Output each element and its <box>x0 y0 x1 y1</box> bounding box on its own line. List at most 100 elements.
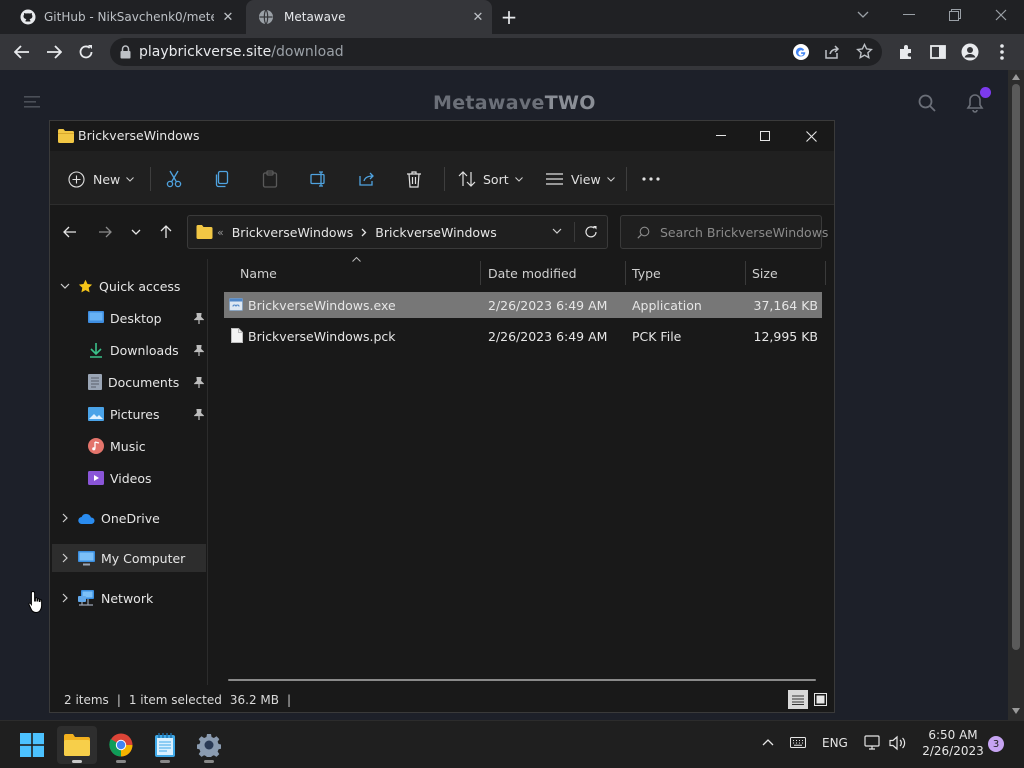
column-header-date[interactable]: Date modified <box>488 259 624 287</box>
input-language[interactable]: ENG <box>822 736 848 750</box>
notification-count-badge[interactable]: 3 <box>988 736 1004 752</box>
copy-button[interactable] <box>214 165 230 193</box>
nav-my-computer[interactable]: My Computer <box>52 544 206 572</box>
show-hidden-icons-chevron-icon[interactable] <box>762 738 774 746</box>
clock[interactable]: 6:50 AM 2/26/2023 <box>920 727 986 759</box>
view-button[interactable]: View <box>546 165 615 193</box>
file-name: BrickverseWindows.pck <box>248 328 396 344</box>
pin-icon[interactable] <box>194 377 204 388</box>
chrome-icon <box>109 733 133 757</box>
start-button[interactable] <box>12 726 52 764</box>
minimize-button[interactable] <box>886 0 932 30</box>
explorer-maximize-button[interactable] <box>748 125 782 147</box>
explorer-forward-icon[interactable] <box>91 218 119 246</box>
nav-onedrive[interactable]: OneDrive <box>50 504 206 532</box>
new-tab-button[interactable]: + <box>498 5 520 29</box>
nav-pictures[interactable]: Pictures <box>88 400 206 428</box>
file-row[interactable]: BrickverseWindows.pck 2/26/2023 6:49 AM … <box>224 323 822 349</box>
horizontal-scrollbar[interactable] <box>228 679 816 681</box>
view-lines-icon <box>546 173 563 185</box>
nav-music[interactable]: Music <box>88 432 206 460</box>
close-tab-icon[interactable]: ✕ <box>220 9 236 25</box>
rename-button[interactable] <box>310 165 328 193</box>
taskbar-notepad[interactable] <box>145 726 185 764</box>
scrollbar-thumb[interactable] <box>1012 84 1020 650</box>
column-divider[interactable] <box>745 261 746 285</box>
column-header-name[interactable]: Name <box>240 259 480 287</box>
tab-search-chevron-icon[interactable] <box>840 0 886 30</box>
nav-videos[interactable]: Videos <box>88 464 206 492</box>
taskbar-chrome[interactable] <box>101 726 141 764</box>
profile-avatar-icon[interactable] <box>956 38 984 66</box>
up-arrow-icon[interactable] <box>152 218 180 246</box>
scroll-up-icon[interactable] <box>1012 74 1020 80</box>
google-icon[interactable] <box>792 43 810 61</box>
pin-icon[interactable] <box>194 345 204 356</box>
side-panel-icon[interactable] <box>924 38 952 66</box>
delete-button[interactable] <box>406 165 422 193</box>
address-dropdown-icon[interactable] <box>552 228 562 234</box>
bookmark-star-icon[interactable] <box>856 43 873 60</box>
browser-menu-icon[interactable] <box>988 38 1016 66</box>
music-icon <box>88 438 104 454</box>
forward-arrow-icon[interactable] <box>40 38 68 66</box>
windows-logo-icon <box>20 733 44 757</box>
taskbar-settings[interactable] <box>189 726 229 764</box>
nav-documents[interactable]: Documents <box>88 368 206 396</box>
refresh-icon[interactable] <box>584 225 598 239</box>
file-row[interactable]: BrickverseWindows.exe 2/26/2023 6:49 AM … <box>224 292 822 318</box>
nav-downloads[interactable]: Downloads <box>88 336 206 364</box>
close-window-button[interactable] <box>978 0 1024 30</box>
see-more-button[interactable] <box>642 165 660 193</box>
hamburger-menu-icon[interactable] <box>24 96 40 108</box>
site-search-icon[interactable] <box>918 94 936 112</box>
share-icon[interactable] <box>824 44 840 60</box>
extensions-puzzle-icon[interactable] <box>892 38 920 66</box>
explorer-address-bar[interactable]: « BrickverseWindows BrickverseWindows <box>187 215 608 249</box>
details-view-icon[interactable] <box>788 690 808 709</box>
new-button[interactable]: New <box>68 165 135 193</box>
explorer-back-icon[interactable] <box>56 218 84 246</box>
explorer-minimize-button[interactable] <box>704 125 738 147</box>
nav-desktop[interactable]: Desktop <box>88 304 206 332</box>
scroll-down-icon[interactable] <box>1012 708 1020 714</box>
clipboard-icon <box>262 170 278 188</box>
column-divider[interactable] <box>480 261 481 285</box>
explorer-close-button[interactable] <box>794 125 828 147</box>
explorer-search-box[interactable]: Search BrickverseWindows <box>620 215 828 249</box>
nav-onedrive-label: OneDrive <box>101 510 160 526</box>
network-status-icon[interactable] <box>864 735 882 751</box>
paste-button[interactable] <box>262 165 278 193</box>
pin-icon[interactable] <box>194 313 204 324</box>
restore-button[interactable] <box>932 0 978 30</box>
column-header-size[interactable]: Size <box>752 259 822 287</box>
breadcrumb-item[interactable]: BrickverseWindows <box>375 225 497 240</box>
nav-quick-access[interactable]: Quick access <box>50 272 206 300</box>
breadcrumb-overflow[interactable]: « <box>217 226 224 239</box>
taskbar-file-explorer[interactable] <box>57 726 97 764</box>
column-header-type[interactable]: Type <box>632 259 744 287</box>
column-divider[interactable] <box>825 261 826 285</box>
close-tab-icon[interactable]: ✕ <box>470 9 486 25</box>
nav-desktop-label: Desktop <box>110 310 162 326</box>
cut-button[interactable] <box>166 165 182 193</box>
tab-metawave[interactable]: Metawave ✕ <box>246 0 492 34</box>
tab-github[interactable]: GitHub - NikSavchenk0/meteorit ✕ <box>8 0 246 34</box>
address-bar[interactable]: playbrickverse.site/download <box>110 38 882 66</box>
volume-icon[interactable] <box>889 735 907 751</box>
column-divider[interactable] <box>625 261 626 285</box>
page-scrollbar[interactable] <box>1008 70 1024 720</box>
reload-icon[interactable] <box>72 38 100 66</box>
notification-dot <box>980 87 991 98</box>
sort-button[interactable]: Sort <box>458 165 523 193</box>
nav-network[interactable]: Network <box>50 584 206 612</box>
recent-locations-chevron-icon[interactable] <box>122 218 150 246</box>
large-icons-view-icon[interactable] <box>812 691 828 707</box>
back-arrow-icon[interactable] <box>8 38 36 66</box>
url-path: /download <box>271 44 344 60</box>
breadcrumb-item[interactable]: BrickverseWindows <box>232 225 354 240</box>
pin-icon[interactable] <box>194 409 204 420</box>
share-button[interactable] <box>358 165 376 193</box>
keyboard-icon[interactable] <box>790 737 806 748</box>
lock-icon <box>120 45 131 59</box>
